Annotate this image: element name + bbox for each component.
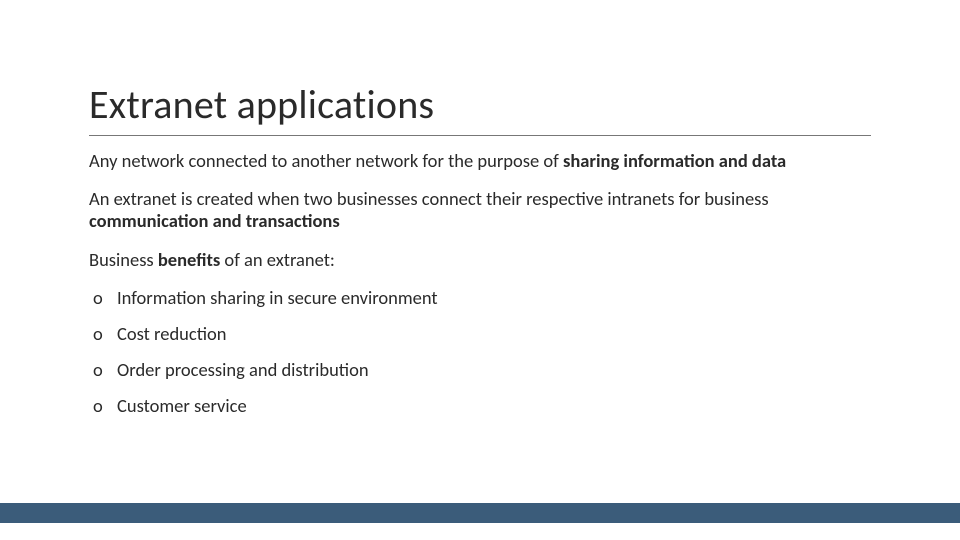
- paragraph-1: Any network connected to another network…: [89, 150, 871, 172]
- slide-body: Any network connected to another network…: [89, 150, 871, 432]
- paragraph-3: Business benefits of an extranet:: [89, 249, 871, 271]
- para3-text-c: of an extranet:: [220, 248, 335, 271]
- para3-text-a: Business: [89, 248, 158, 271]
- list-item-label: Cost reduction: [117, 322, 226, 345]
- para2-bold: communication and transactions: [89, 209, 340, 232]
- bullet-marker: o: [93, 323, 103, 345]
- bullet-marker: o: [93, 359, 103, 381]
- para2-text: An extranet is created when two business…: [89, 187, 769, 210]
- list-item: o Customer service: [89, 395, 871, 417]
- list-item-label: Customer service: [117, 394, 247, 417]
- list-item: o Information sharing in secure environm…: [89, 287, 871, 309]
- para1-text: Any network connected to another network…: [89, 149, 563, 172]
- paragraph-2: An extranet is created when two business…: [89, 188, 871, 232]
- list-item: o Cost reduction: [89, 323, 871, 345]
- slide: Extranet applications Any network connec…: [0, 0, 960, 540]
- bullet-marker: o: [93, 395, 103, 417]
- benefits-list: o Information sharing in secure environm…: [89, 287, 871, 418]
- para3-bold: benefits: [158, 248, 220, 271]
- para1-bold: sharing information and data: [563, 149, 786, 172]
- title-underline: [89, 135, 871, 136]
- list-item-label: Order processing and distribution: [117, 358, 369, 381]
- bullet-marker: o: [93, 287, 103, 309]
- list-item: o Order processing and distribution: [89, 359, 871, 381]
- footer-accent-bar: [0, 503, 960, 523]
- slide-title: Extranet applications: [89, 80, 434, 129]
- list-item-label: Information sharing in secure environmen…: [117, 286, 438, 309]
